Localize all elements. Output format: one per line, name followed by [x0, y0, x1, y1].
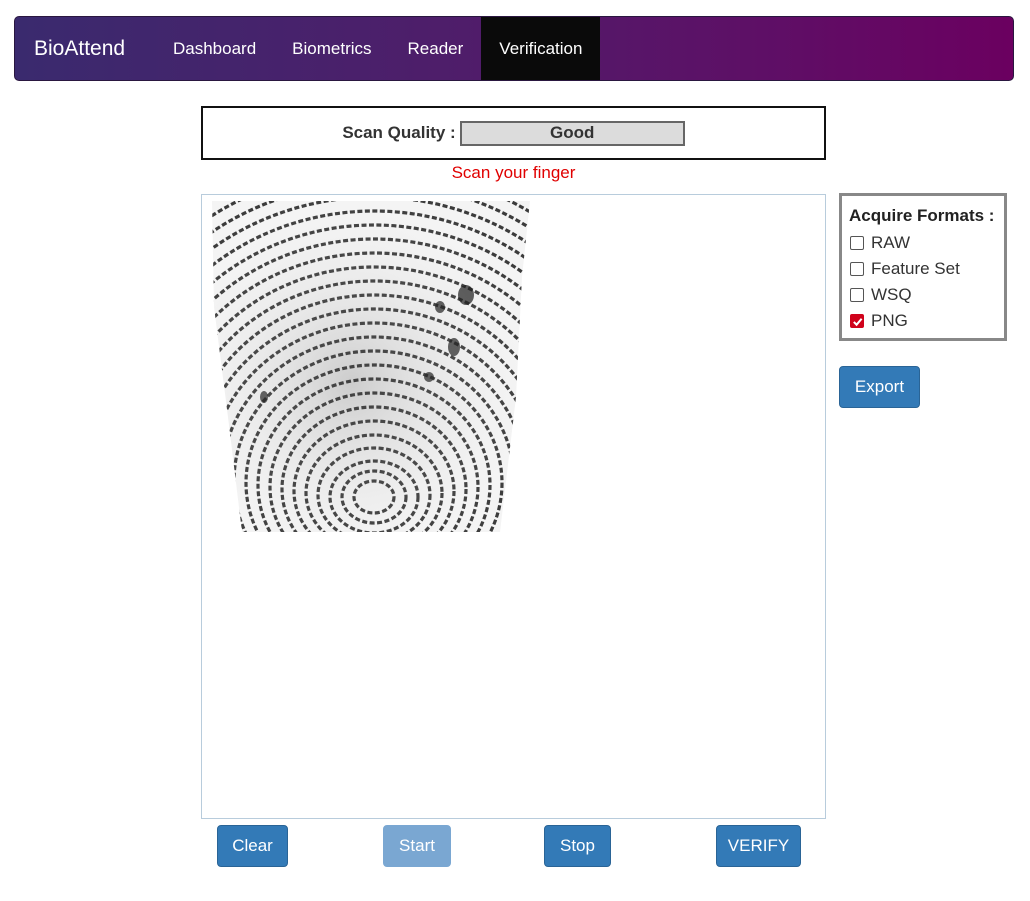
acquire-formats-title: Acquire Formats : — [849, 206, 995, 225]
nav-verification[interactable]: Verification — [481, 17, 601, 80]
png-checkbox[interactable] — [850, 314, 864, 328]
nav-reader[interactable]: Reader — [390, 17, 482, 80]
raw-checkbox[interactable] — [850, 236, 864, 250]
nav-dashboard[interactable]: Dashboard — [155, 17, 274, 80]
stop-button[interactable]: Stop — [544, 825, 611, 867]
fingerprint-image — [212, 201, 530, 532]
wsq-checkbox[interactable] — [850, 288, 864, 302]
clear-button[interactable]: Clear — [217, 825, 288, 867]
raw-label: RAW — [871, 233, 911, 252]
png-label: PNG — [871, 311, 908, 330]
export-button[interactable]: Export — [839, 366, 920, 408]
feature-set-checkbox[interactable] — [850, 262, 864, 276]
scan-quality-panel: Scan Quality : Good — [201, 106, 826, 160]
format-option-wsq[interactable]: WSQ — [849, 282, 1004, 308]
navbar: BioAttend Dashboard Biometrics Reader Ve… — [14, 16, 1014, 81]
format-option-feature-set[interactable]: Feature Set — [849, 256, 1004, 282]
verify-button[interactable]: VERIFY — [716, 825, 801, 867]
brand-logo[interactable]: BioAttend — [15, 17, 155, 80]
start-button[interactable]: Start — [383, 825, 451, 867]
nav-biometrics[interactable]: Biometrics — [274, 17, 389, 80]
acquire-formats-panel: Acquire Formats : RAW Feature Set WSQ PN… — [839, 193, 1007, 341]
scan-quality-label: Scan Quality : — [342, 123, 456, 142]
format-option-raw[interactable]: RAW — [849, 230, 1004, 256]
scan-quality-value: Good — [459, 120, 685, 146]
feature-set-label: Feature Set — [871, 259, 960, 278]
fingerprint-display — [201, 194, 826, 819]
scan-status-message: Scan your finger — [451, 163, 576, 182]
format-option-png[interactable]: PNG — [849, 308, 1004, 334]
wsq-label: WSQ — [871, 285, 912, 304]
